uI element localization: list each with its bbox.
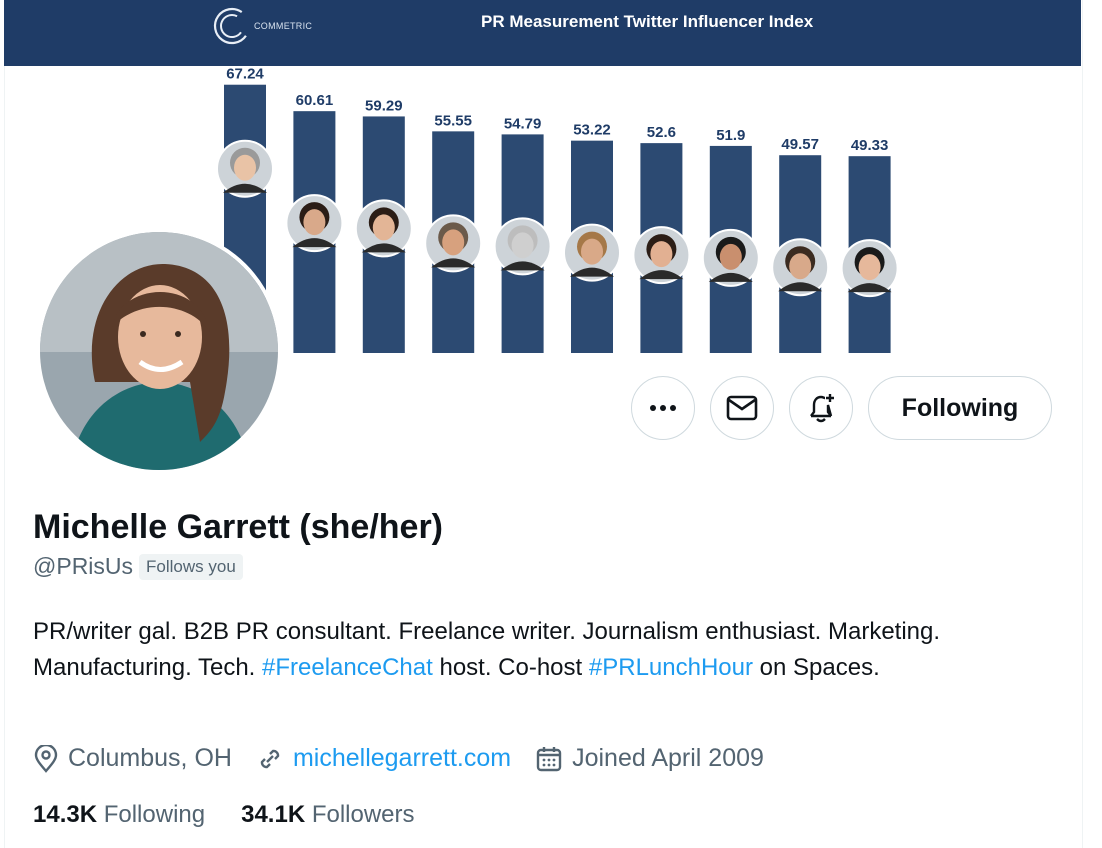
notifications-button[interactable] <box>789 376 853 440</box>
location: Columbus, OH <box>33 744 232 773</box>
profile-avatar[interactable] <box>36 228 282 474</box>
following-button[interactable]: Following <box>868 376 1052 440</box>
influencer-portrait <box>632 226 691 285</box>
chart-value-label: 52.6 <box>647 124 676 141</box>
influencer-portrait <box>771 238 830 297</box>
brand-text: COMMETRIC <box>254 21 313 31</box>
following-count-link[interactable]: 14.3K Following <box>33 801 205 829</box>
influencer-portrait <box>424 214 483 273</box>
mail-icon <box>726 395 758 421</box>
following-count: 14.3K <box>33 801 98 828</box>
chart-value-label: 67.24 <box>226 66 264 83</box>
follows-you-badge: Follows you <box>139 553 243 580</box>
followers-count: 34.1K <box>241 801 306 828</box>
link-icon <box>260 749 280 768</box>
influencer-portrait <box>840 239 899 298</box>
profile-bio: PR/writer gal. B2B PR consultant. Freela… <box>33 614 1053 686</box>
location-pin-icon <box>34 744 58 773</box>
banner-header <box>4 0 1081 66</box>
more-icon <box>650 405 676 411</box>
profile-meta: Columbus, OH michellegarrett.com Joined … <box>33 744 788 773</box>
influencer-portrait <box>285 194 344 253</box>
followers-count-link[interactable]: 34.1K Followers <box>241 801 414 829</box>
chart-value-label: 59.29 <box>365 97 403 114</box>
hashtag-prlunchhour[interactable]: #PRLunchHour <box>589 654 753 681</box>
brand-logo: COMMETRIC <box>212 6 312 46</box>
chart-value-label: 53.22 <box>573 122 611 139</box>
bell-plus-icon <box>810 394 834 423</box>
chart-value-label: 51.9 <box>716 127 745 144</box>
bio-text: on Spaces. <box>752 654 880 681</box>
influencer-portrait <box>354 199 413 258</box>
influencer-portrait <box>216 139 274 198</box>
profile-stats: 14.3K Following 34.1K Followers <box>33 801 451 829</box>
calendar-icon <box>536 746 562 771</box>
influencer-portrait <box>701 228 760 287</box>
joined-text: Joined April 2009 <box>572 744 764 772</box>
website-link[interactable]: michellegarrett.com <box>293 744 511 773</box>
message-button[interactable] <box>710 376 774 440</box>
profile-handle: @PRisUs <box>33 553 134 579</box>
chart-value-label: 55.55 <box>434 112 472 129</box>
chart-value-label: 49.33 <box>851 137 889 154</box>
handle-row: @PRisUs Follows you <box>33 553 243 580</box>
following-label: Following <box>103 801 206 828</box>
chart-value-label: 60.61 <box>296 92 334 109</box>
bio-text: host. Co-host <box>432 654 589 681</box>
chart-value-label: 54.79 <box>504 115 542 132</box>
joined-date: Joined April 2009 <box>535 744 764 773</box>
banner-title: PR Measurement Twitter Influencer Index <box>481 12 814 31</box>
website: michellegarrett.com <box>256 744 511 773</box>
location-text: Columbus, OH <box>68 744 232 772</box>
followers-label: Followers <box>311 801 415 828</box>
commetric-logo-icon <box>212 6 252 46</box>
influencer-portrait <box>563 223 621 282</box>
profile-name: Michelle Garrett (she/her) <box>33 508 444 546</box>
influencer-portrait <box>493 217 552 276</box>
more-button[interactable] <box>631 376 695 440</box>
hashtag-freelancechat[interactable]: #FreelanceChat <box>262 654 433 681</box>
chart-value-label: 49.57 <box>781 136 819 153</box>
